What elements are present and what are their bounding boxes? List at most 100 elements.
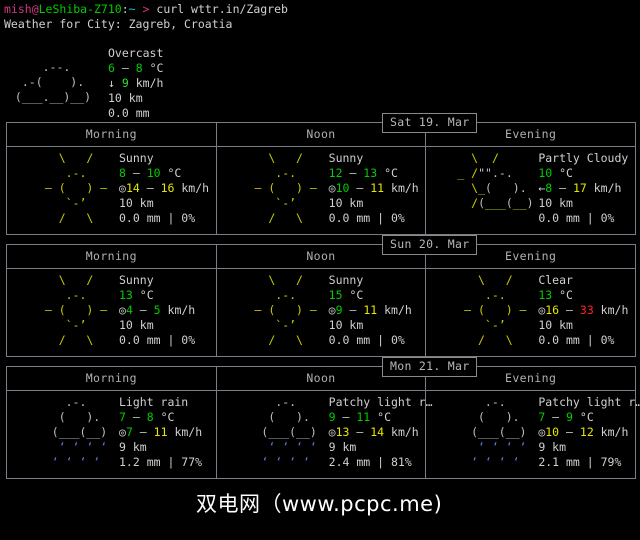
terminal-screen: mish@LeShiba-Z710:~ > curl wttr.in/Zagre… [0,0,640,540]
wind-direction-icon: ◎ [119,425,126,439]
forecast-details: Patchy light r… 7 – 9 °C ◎10 – 12 km/h 9… [538,395,640,470]
condition-text: Patchy light r… [538,395,640,409]
temp-low: 10 [538,166,553,180]
wind-dash: – [349,425,371,439]
forecast-data-row: \ / .-. ― ( ) ― `-’ / \ Sunny 8 – 10 °C … [6,146,636,235]
wind-direction-icon: ◎ [328,425,336,439]
forecast-day: Sun 20. Mar Morning Noon Evening \ / .-. ― … [6,235,636,357]
wind-dash: – [552,181,573,195]
wind-high: 14 [370,425,385,439]
forecast-day: Sat 19. Mar Morning Noon Evening \ / .-. ― … [6,113,636,235]
wind-high: 11 [370,181,385,195]
forecast-table: Morning Noon Evening \ / .-. ― ( ) ― `-’ /… [6,122,636,235]
temp-unit: °C [342,288,364,302]
forecast-details: Sunny 8 – 10 °C ◎14 – 16 km/h 10 km 0.0 … [119,151,209,226]
temp-high: 9 [566,410,573,424]
weather-location-title: Weather for City: Zagreb, Croatia [4,17,233,31]
forecast-details: Light rain 7 – 8 °C ◎7 – 11 km/h 9 km 1.… [119,395,202,470]
wind-direction-icon: ◎ [328,303,336,317]
temp-unit: °C [132,288,154,302]
forecast-details: Sunny 13 °C ◎4 – 5 km/h 10 km 0.0 mm | 0… [119,273,195,348]
current-conditions: .--. .-( ). (___.__)__) Overcast 6 – 8 °… [6,44,640,122]
temp-high: 11 [356,410,371,424]
forecast-day: Mon 21. Mar Morning Noon Evening .-. ( ). (… [6,357,640,479]
temp-low: 8 [119,166,126,180]
wind-low: 9 [335,303,343,317]
temp-unit: °C [377,166,398,180]
current-temp-dash: – [114,61,136,75]
precipitation: 0.0 mm | 0% [538,333,615,347]
visibility: 10 km [538,318,573,332]
weather-icon-sun: \ / .-. ― ( ) ― `-’ / \ [254,151,317,225]
weather-icon-light-rain: .-. ( ). (___(__) ‘ ‘ ‘ ‘ ‘ ‘ ‘ ‘ [450,395,541,469]
temp-low: 7 [119,410,126,424]
temp-low: 15 [328,288,343,302]
current-wind-value: 9 [121,76,129,90]
shell-command[interactable]: curl wttr.in/Zagreb [156,2,288,16]
visibility: 9 km [328,440,357,454]
temp-unit: °C [552,288,573,302]
wind-low: 10 [335,181,350,195]
weather-icon-sun: \ / .-. ― ( ) ― `-’ / \ [254,273,317,347]
condition-text: Sunny [119,151,154,165]
forecast-header-row: Morning Noon Evening [6,122,636,147]
condition-text: Sunny [328,273,364,287]
weather-icon-sun: \ / .-. ― ( ) ― `-’ / \ [44,151,108,225]
wind-high: 5 [153,303,161,317]
precipitation: 0.0 mm | 0% [328,333,405,347]
precipitation: 2.4 mm | 81% [328,455,412,469]
current-temp-unit: °C [142,61,164,75]
visibility: 10 km [328,318,364,332]
temp-dash: – [125,410,147,424]
watermark: 双电网（www.pcpc.me) [196,492,443,516]
current-wind-unit: km/h [128,76,164,90]
condition-text: Partly Cloudy [538,151,629,165]
temp-low: 13 [119,288,133,302]
forecast-details: Sunny 12 – 13 °C ◎10 – 11 km/h 10 km 0.0… [329,151,419,226]
forecast-header-row: Morning Noon Evening [6,366,636,391]
wind-low: 7 [125,425,133,439]
visibility: 9 km [119,440,147,454]
forecast-cell: \ / .-. ― ( ) ― `-’ / \ Sunny 15 °C ◎9 –… [215,268,427,357]
wind-unit: km/h [167,425,203,439]
wind-high: 12 [579,425,594,439]
forecast-container: Sat 19. Mar Morning Noon Evening \ / .-. ― … [2,113,640,479]
forecast-data-row: \ / .-. ― ( ) ― `-’ / \ Sunny 13 °C ◎4 –… [6,268,636,357]
forecast-details: Clear 13 °C ◎16 – 33 km/h 10 km 0.0 mm |… [538,273,628,348]
wind-low: 14 [125,181,140,195]
forecast-data-row: .-. ( ). (___(__) ‘ ‘ ‘ ‘ ‘ ‘ ‘ ‘ Light … [6,390,640,479]
forecast-details: Partly Cloudy 10 °C ←8 – 17 km/h 10 km 0… [538,151,628,226]
current-weather-icon: .--. .-( ). (___.__)__) [14,60,92,104]
forecast-details: Sunny 15 °C ◎9 – 11 km/h 10 km 0.0 mm | … [329,273,412,348]
temp-dash: – [125,166,147,180]
wind-dash: – [349,181,371,195]
current-visibility: 10 km [108,91,143,105]
temp-dash: – [342,166,364,180]
weather-icon-sun: \ / .-. ― ( ) ― `-’ / \ [464,273,527,347]
wind-dash: – [139,181,161,195]
visibility: 10 km [119,196,154,210]
wind-dash: – [132,303,154,317]
wind-high: 11 [363,303,378,317]
column-header-morning: Morning [6,366,217,391]
forecast-cell: \ / _ /"".-. \_( ). /(___(__) Partly Clo… [425,146,636,235]
weather-icon-partly-cloudy: \ / _ /"".-. \_( ). /(___(__) [457,151,534,210]
condition-text: Sunny [328,151,364,165]
precipitation: 1.2 mm | 77% [119,455,203,469]
wind-direction-icon: ◎ [119,303,126,317]
condition-text: Clear [538,273,573,287]
temp-unit: °C [153,410,175,424]
wind-dash: – [342,303,364,317]
forecast-cell: \ / .-. ― ( ) ― `-’ / \ Sunny 13 °C ◎4 –… [6,268,217,357]
wind-low: 13 [335,425,350,439]
precipitation: 0.0 mm | 0% [538,211,615,225]
current-precipitation: 0.0 mm [108,106,150,120]
forecast-cell: \ / .-. ― ( ) ― `-’ / \ Sunny 12 – 13 °C… [215,146,427,235]
temp-dash: – [335,410,357,424]
wind-direction-icon: ◎ [119,181,126,195]
wind-dash: – [559,425,580,439]
temp-unit: °C [160,166,182,180]
precipitation: 2.1 mm | 79% [538,455,622,469]
current-condition: Overcast [108,46,164,60]
wind-dash: – [132,425,154,439]
